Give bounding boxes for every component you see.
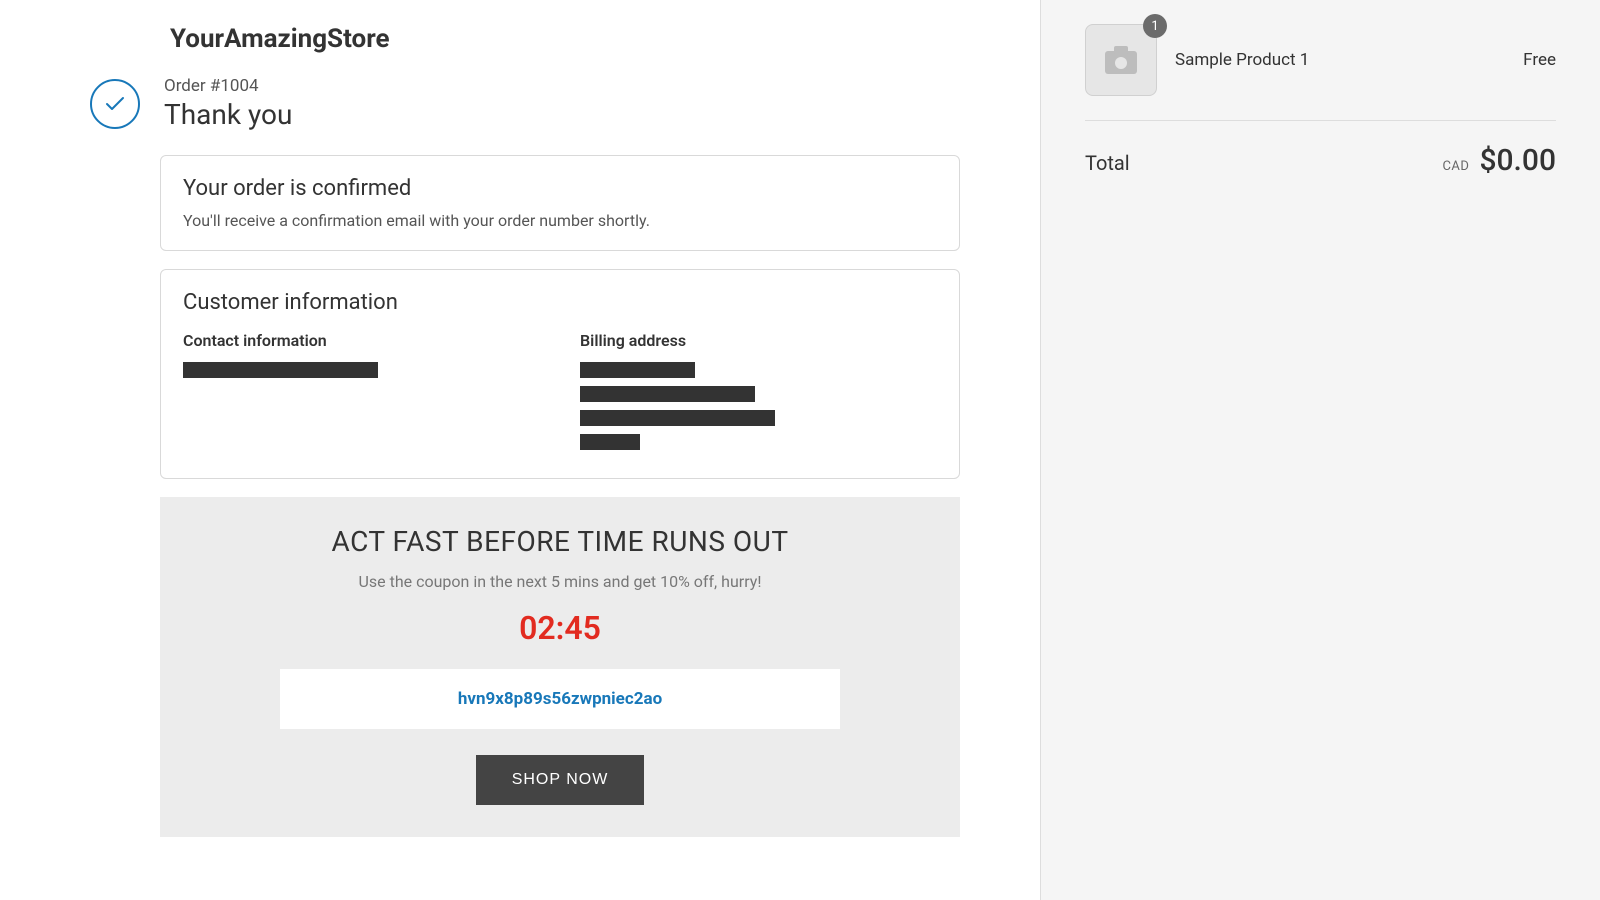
countdown-timer: 02:45 <box>200 609 920 647</box>
total-row: Total CAD $0.00 <box>1085 143 1556 178</box>
currency-code: CAD <box>1442 159 1469 174</box>
contact-info-column: Contact information <box>183 331 540 458</box>
shop-now-button[interactable]: SHOP NOW <box>476 755 645 805</box>
line-item: 1 Sample Product 1 Free <box>1085 24 1556 121</box>
order-summary-sidebar: 1 Sample Product 1 Free Total CAD $0.00 <box>1040 0 1600 900</box>
main-content: YourAmazingStore Order #1004 Thank you Y… <box>0 0 1040 900</box>
redacted-line <box>580 386 755 402</box>
redacted-line <box>580 434 640 450</box>
promo-subtext: Use the coupon in the next 5 mins and ge… <box>200 572 920 591</box>
promo-panel: ACT FAST BEFORE TIME RUNS OUT Use the co… <box>160 497 960 837</box>
coupon-box[interactable]: hvn9x8p89s56zwpniec2ao <box>280 669 840 729</box>
customer-info-title: Customer information <box>183 290 937 315</box>
redacted-line <box>183 362 378 378</box>
quantity-badge: 1 <box>1143 14 1167 38</box>
promo-title: ACT FAST BEFORE TIME RUNS OUT <box>200 525 920 558</box>
thank-you-heading: Thank you <box>164 98 292 131</box>
item-price: Free <box>1523 50 1556 70</box>
total-label: Total <box>1085 151 1130 175</box>
confirmation-title: Your order is confirmed <box>183 176 937 201</box>
redacted-line <box>580 410 775 426</box>
customer-info-card: Customer information Contact information… <box>160 269 960 479</box>
order-info: Order #1004 Thank you <box>164 76 292 131</box>
store-name: YourAmazingStore <box>170 24 960 54</box>
confirmation-subtext: You'll receive a confirmation email with… <box>183 211 937 230</box>
order-number: Order #1004 <box>164 76 292 96</box>
order-header: Order #1004 Thank you <box>90 76 960 131</box>
redacted-line <box>580 362 695 378</box>
total-amount: $0.00 <box>1479 143 1556 178</box>
item-name: Sample Product 1 <box>1175 50 1505 70</box>
camera-icon <box>1104 45 1138 75</box>
contact-info-label: Contact information <box>183 331 540 350</box>
check-circle-icon <box>90 79 140 129</box>
coupon-code: hvn9x8p89s56zwpniec2ao <box>458 689 662 709</box>
confirmation-card: Your order is confirmed You'll receive a… <box>160 155 960 251</box>
billing-address-label: Billing address <box>580 331 937 350</box>
product-thumb-wrap: 1 <box>1085 24 1157 96</box>
billing-address-column: Billing address <box>580 331 937 458</box>
